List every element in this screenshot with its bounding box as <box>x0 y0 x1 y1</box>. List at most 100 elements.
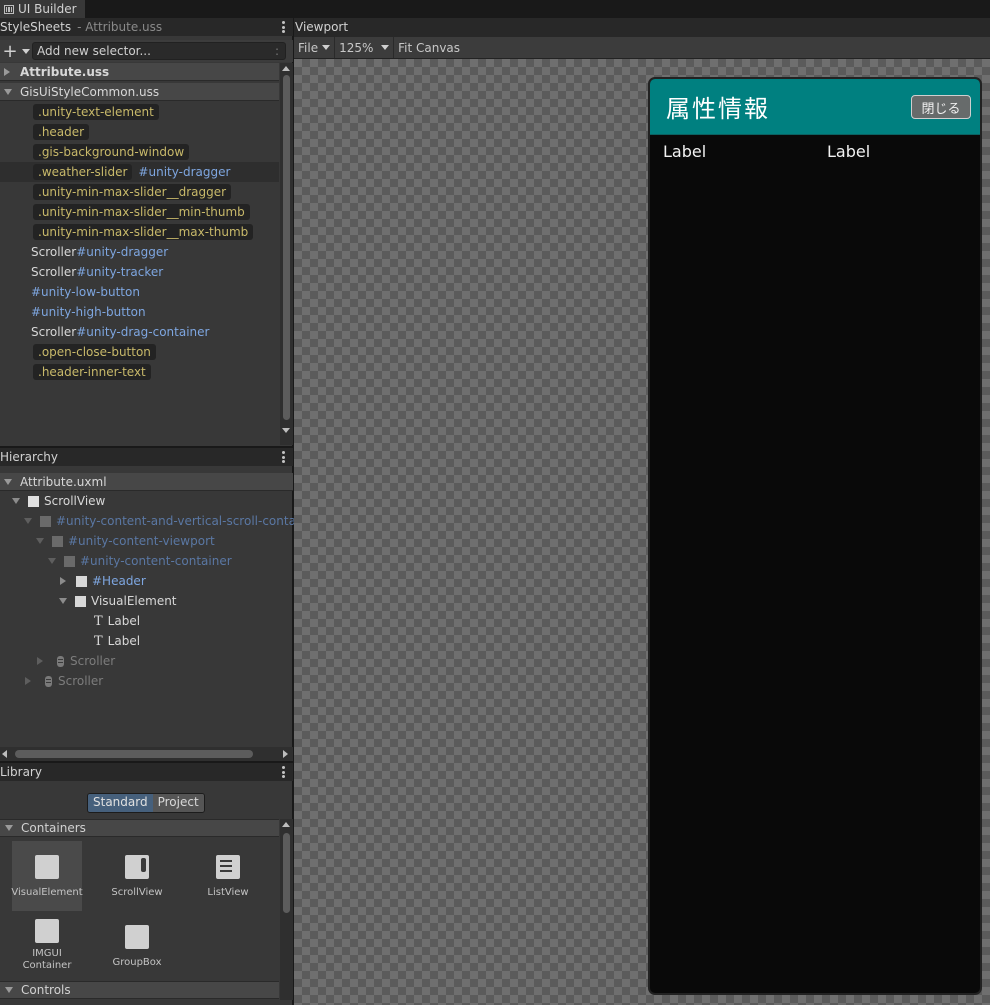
selector-row[interactable]: .weather-slider #unity-dragger <box>0 162 279 182</box>
scroll-down-icon[interactable] <box>282 428 290 433</box>
library-item-imgui-container[interactable]: IMGUI Container <box>12 907 82 977</box>
canvas-window[interactable]: 属性情報 閉じる Label Label <box>648 77 982 995</box>
tab-project[interactable]: Project <box>152 794 204 812</box>
file-menu-label: File <box>298 40 319 55</box>
file-menu-button[interactable]: File <box>294 37 336 58</box>
collapse-arrow-icon[interactable] <box>24 518 32 524</box>
hierarchy-hscrollbar[interactable] <box>0 747 293 761</box>
selector-row[interactable]: Scroller #unity-drag-container <box>0 322 279 342</box>
selector-row[interactable]: Scroller #unity-dragger <box>0 242 279 262</box>
library-item-listview[interactable]: ListView <box>193 841 263 911</box>
stylesheets-scrollbar[interactable] <box>280 63 293 445</box>
canvas-header[interactable]: 属性情報 閉じる <box>650 79 980 135</box>
collapse-arrow-icon[interactable] <box>59 598 67 604</box>
hierarchy-item[interactable]: Scroller <box>0 651 330 671</box>
collapse-arrow-icon[interactable] <box>36 538 44 544</box>
library-item-groupbox[interactable]: GroupBox <box>102 911 172 981</box>
chevron-down-icon <box>21 48 30 54</box>
selector-row[interactable]: .unity-min-max-slider__dragger <box>0 182 279 202</box>
listview-icon <box>216 855 240 879</box>
add-selector-input[interactable]: Add new selector... : <box>32 42 286 60</box>
viewport-title: Viewport <box>295 20 349 34</box>
library-header: Library <box>0 763 293 781</box>
collapse-arrow-icon[interactable] <box>4 88 12 95</box>
library-scrollbar[interactable] <box>280 819 293 1000</box>
visual-element-icon <box>52 535 63 547</box>
expand-arrow-icon[interactable] <box>37 657 43 665</box>
scrollbar-thumb[interactable] <box>283 75 290 420</box>
hierarchy-item[interactable]: #unity-content-viewport <box>0 531 329 551</box>
visual-element-icon <box>64 555 75 567</box>
hierarchy-item[interactable]: Scroller <box>0 671 318 691</box>
stylesheet-name: GisUiStyleCommon.uss <box>20 84 160 99</box>
scroll-up-icon[interactable] <box>282 822 290 827</box>
scroll-left-icon[interactable] <box>2 750 7 758</box>
hierarchy-item-label: Label <box>107 614 141 628</box>
hierarchy-item[interactable]: ScrollView <box>0 491 305 511</box>
scrollbar-thumb[interactable] <box>283 833 290 913</box>
hierarchy-header: Hierarchy <box>0 448 293 466</box>
selector-row[interactable]: .gis-background-window <box>0 142 279 162</box>
category-label: Containers <box>21 821 86 835</box>
hierarchy-item-label: #unity-content-container <box>80 554 232 568</box>
stylesheet-row-gis-common[interactable]: GisUiStyleCommon.uss <box>0 83 279 101</box>
scroll-right-icon[interactable] <box>283 750 288 758</box>
hierarchy-item[interactable]: #unity-content-and-vertical-scroll-conta <box>0 511 317 531</box>
add-stylesheet-button[interactable]: + <box>0 41 32 62</box>
collapse-arrow-icon[interactable] <box>5 987 13 993</box>
label-icon: T <box>94 633 103 649</box>
expand-arrow-icon[interactable] <box>4 67 10 76</box>
selector-row[interactable]: #unity-high-button <box>0 302 279 322</box>
selector-row[interactable]: .unity-min-max-slider__max-thumb <box>0 222 279 242</box>
collapse-arrow-icon[interactable] <box>12 498 20 504</box>
library-category-controls[interactable]: Controls <box>0 981 279 999</box>
library-item-visualelement[interactable]: VisualElement <box>11 841 83 911</box>
library-menu-icon[interactable] <box>282 766 285 778</box>
viewport-header: Viewport <box>294 18 990 36</box>
selector-class: .open-close-button <box>33 344 156 360</box>
imgui-container-icon <box>35 919 59 943</box>
library-tab-switch: Standard Project <box>87 793 205 813</box>
window-tab-label: UI Builder <box>18 2 77 16</box>
library-item-label: VisualElement <box>11 887 83 898</box>
selector-class: .header <box>33 124 90 140</box>
selector-options-icon[interactable]: : <box>275 44 279 58</box>
collapse-arrow-icon[interactable] <box>48 558 56 564</box>
canvas-label: Label <box>827 142 871 161</box>
hierarchy-root-row[interactable]: Attribute.uxml <box>0 473 293 491</box>
stylesheets-menu-icon[interactable] <box>282 21 285 33</box>
selector-row[interactable]: .open-close-button <box>0 342 279 362</box>
hierarchy-item-label: Label <box>107 634 141 648</box>
selector-row[interactable]: .header <box>0 122 279 142</box>
selector-class: .weather-slider <box>33 164 133 180</box>
stylesheets-header: StyleSheets - Attribute.uss <box>0 18 293 36</box>
stylesheets-toolbar: + Add new selector... : <box>0 40 293 62</box>
window-tab[interactable]: UI Builder <box>0 0 85 18</box>
selector-row[interactable]: #unity-low-button <box>0 282 279 302</box>
selector-row[interactable]: .unity-min-max-slider__min-thumb <box>0 202 279 222</box>
scrollbar-thumb[interactable] <box>15 750 253 758</box>
selector-row[interactable]: .unity-text-element <box>0 102 279 122</box>
expand-arrow-icon[interactable] <box>25 677 31 685</box>
library-item-scrollview[interactable]: ScrollView <box>102 841 172 911</box>
scroll-up-icon[interactable] <box>282 66 290 71</box>
selector-id: #unity-low-button <box>31 285 140 299</box>
selector-row[interactable]: .header-inner-text <box>0 362 279 382</box>
hierarchy-menu-icon[interactable] <box>282 451 285 463</box>
fit-canvas-button[interactable]: Fit Canvas <box>394 37 464 58</box>
collapse-arrow-icon[interactable] <box>5 825 13 831</box>
expand-arrow-icon[interactable] <box>60 577 66 585</box>
chevron-down-icon <box>322 45 331 50</box>
library-category-containers[interactable]: Containers <box>0 819 279 837</box>
zoom-dropdown[interactable]: 125% <box>335 37 395 58</box>
collapse-arrow-icon[interactable] <box>4 478 12 485</box>
stylesheet-row-attribute[interactable]: Attribute.uss <box>0 63 279 81</box>
selector-row[interactable]: Scroller #unity-tracker <box>0 262 279 282</box>
hierarchy-item-label: VisualElement <box>91 594 177 608</box>
selector-id: #unity-drag-container <box>76 325 210 339</box>
hierarchy-item[interactable]: #unity-content-container <box>0 551 341 571</box>
tab-standard[interactable]: Standard <box>88 794 153 812</box>
selector-class: .unity-min-max-slider__min-thumb <box>33 204 250 220</box>
close-button[interactable]: 閉じる <box>911 95 971 119</box>
selector-type: Scroller <box>31 265 77 279</box>
